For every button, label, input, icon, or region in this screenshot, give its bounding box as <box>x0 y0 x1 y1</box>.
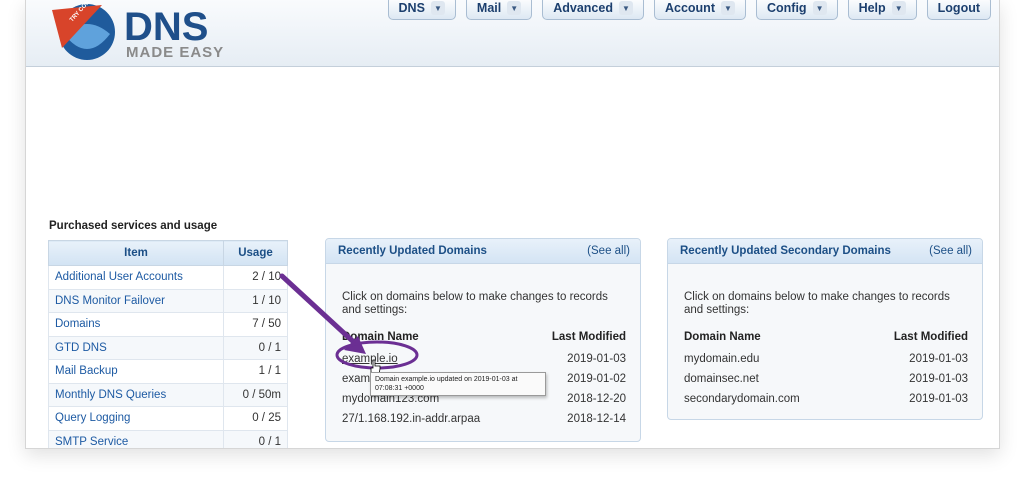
dns-made-easy-logo[interactable]: TRY CONSTELLIX DNS MADE EASY <box>42 0 272 62</box>
top-nav: DNS ▼ Mail ▼ Advanced ▼ Account ▼ Config ▼ Help ▼ Lo… <box>387 0 991 20</box>
usage-value: 1 / 10 <box>223 288 288 313</box>
usage-item-link[interactable]: Mail Backup <box>48 359 224 384</box>
nav-config-button[interactable]: Config ▼ <box>755 0 838 20</box>
recent-domains-title: Recently Updated Domains <box>338 245 487 257</box>
domain-row: mydomain.edu 2019-01-03 <box>684 349 968 369</box>
secondary-domains-panel: Recently Updated Secondary Domains (See … <box>667 238 983 420</box>
last-modified-date: 2018-12-14 <box>567 413 626 425</box>
chevron-down-icon: ▼ <box>507 1 522 15</box>
secondary-see-all-link[interactable]: (See all) <box>929 245 972 257</box>
domain-link[interactable]: domainsec.net <box>684 373 759 385</box>
recent-col-domain: Domain Name <box>342 331 419 343</box>
nav-label: Logout <box>937 1 980 15</box>
nav-dns-button[interactable]: DNS ▼ <box>387 0 456 20</box>
secondary-intro-text: Click on domains below to make changes t… <box>684 291 950 316</box>
usage-item-link[interactable]: Additional User Accounts <box>48 265 224 290</box>
nav-help-button[interactable]: Help ▼ <box>847 0 917 20</box>
nav-label: Config <box>766 1 807 15</box>
logo-tagline-text: MADE EASY <box>126 44 224 61</box>
usage-item-link[interactable]: Query Logging <box>48 406 224 431</box>
domain-link[interactable]: secondarydomain.com <box>684 393 800 405</box>
usage-value: 0 / 1 <box>223 335 288 360</box>
secondary-column-headers: Domain Name Last Modified <box>684 331 968 343</box>
usage-row: Domains 7 / 50 <box>48 312 288 337</box>
usage-value: 0 / 25 <box>223 406 288 431</box>
nav-label: DNS <box>398 1 425 15</box>
domain-row: domainsec.net 2019-01-03 <box>684 369 968 389</box>
domain-row: secondarydomain.com 2019-01-03 <box>684 389 968 409</box>
header-bar: TRY CONSTELLIX DNS MADE EASY DNS▼Mail▼Ad… <box>26 0 999 67</box>
usage-row: Mail Backup 1 / 1 <box>48 359 288 384</box>
usage-row: SMTP Service 0 / 1 <box>48 429 288 448</box>
nav-advanced-button[interactable]: Advanced ▼ <box>542 0 644 20</box>
last-modified-date: 2019-01-03 <box>909 373 968 385</box>
recent-col-modified: Last Modified <box>551 331 626 343</box>
domain-link[interactable]: mydomain.edu <box>684 353 759 365</box>
usage-section-title: Purchased services and usage <box>49 220 218 232</box>
usage-item-link[interactable]: Monthly DNS Queries <box>48 382 224 407</box>
usage-item-link[interactable]: SMTP Service <box>48 429 224 448</box>
nav-mail-button[interactable]: Mail ▼ <box>465 0 533 20</box>
usage-row: Query Logging 0 / 25 <box>48 406 288 431</box>
nav-logout-button[interactable]: Logout <box>926 0 991 20</box>
last-modified-date: 2019-01-02 <box>567 373 626 385</box>
usage-item-link[interactable]: DNS Monitor Failover <box>48 288 224 313</box>
nav-label: Help <box>858 1 886 15</box>
last-modified-date: 2019-01-03 <box>909 353 968 365</box>
domain-row: example.io 2019-01-03 <box>342 349 626 369</box>
logo-brand-text: DNS <box>124 5 208 49</box>
usage-value: 0 / 50m <box>223 382 288 407</box>
usage-item-link[interactable]: Domains <box>48 312 224 337</box>
usage-row: DNS Monitor Failover 1 / 10 <box>48 288 288 313</box>
secondary-domains-title: Recently Updated Secondary Domains <box>680 245 891 257</box>
usage-row: Monthly DNS Queries 0 / 50m <box>48 382 288 407</box>
secondary-col-modified: Last Modified <box>893 331 968 343</box>
recent-domains-header: Recently Updated Domains (See all) <box>326 239 640 264</box>
usage-row: Additional User Accounts 2 / 10 <box>48 265 288 290</box>
nav-label: Account <box>664 1 715 15</box>
nav-account-button[interactable]: Account ▼ <box>653 0 746 20</box>
chevron-down-icon: ▼ <box>430 1 445 15</box>
usage-table: Item Usage Additional User Accounts 2 / 1… <box>48 240 288 448</box>
recent-intro-text: Click on domains below to make changes t… <box>342 291 608 316</box>
recent-column-headers: Domain Name Last Modified <box>342 331 626 343</box>
recent-see-all-link[interactable]: (See all) <box>587 245 630 257</box>
secondary-domains-header: Recently Updated Secondary Domains (See … <box>668 239 982 264</box>
nav-label: Advanced <box>553 1 613 15</box>
nav-label: Mail <box>476 1 502 15</box>
usage-value: 2 / 10 <box>223 265 288 290</box>
secondary-domain-list: mydomain.edu 2019-01-03 domainsec.net 2019-… <box>684 349 968 409</box>
usage-value: 0 / 1 <box>223 429 288 448</box>
usage-value: 7 / 50 <box>223 312 288 337</box>
usage-value: 1 / 1 <box>223 359 288 384</box>
domain-link[interactable]: example.io <box>342 353 398 365</box>
usage-row: GTD DNS 0 / 1 <box>48 335 288 360</box>
usage-header-item: Item <box>48 240 224 266</box>
domain-tooltip: Domain example.io updated on 2019-01-03 … <box>370 372 546 396</box>
chevron-down-icon: ▼ <box>720 1 735 15</box>
usage-header-usage: Usage <box>223 240 288 266</box>
chevron-down-icon: ▼ <box>618 1 633 15</box>
recent-domains-panel: Recently Updated Domains (See all) Click… <box>325 238 641 442</box>
last-modified-date: 2019-01-03 <box>909 393 968 405</box>
domain-row: 27/1.168.192.in-addr.arpaa 2018-12-14 <box>342 409 626 429</box>
chevron-down-icon: ▼ <box>812 1 827 15</box>
last-modified-date: 2019-01-03 <box>567 353 626 365</box>
domain-link[interactable]: 27/1.168.192.in-addr.arpaa <box>342 413 480 425</box>
usage-item-link[interactable]: GTD DNS <box>48 335 224 360</box>
secondary-col-domain: Domain Name <box>684 331 761 343</box>
last-modified-date: 2018-12-20 <box>567 393 626 405</box>
chevron-down-icon: ▼ <box>891 1 906 15</box>
